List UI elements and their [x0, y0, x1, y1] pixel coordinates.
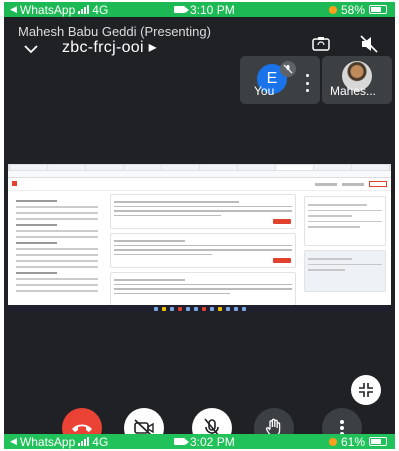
- battery-percent: 58%: [340, 2, 365, 17]
- site-logo: [12, 181, 19, 187]
- status-left[interactable]: ◀ WhatsApp 4G: [10, 434, 108, 449]
- mic-muted-icon: [280, 61, 296, 77]
- flip-camera-icon[interactable]: [310, 34, 332, 54]
- status-left[interactable]: ◀ WhatsApp 4G: [10, 2, 108, 17]
- status-bar-top: ◀ WhatsApp 4G 3:10 PM 58%: [4, 2, 395, 17]
- video-call-icon: [174, 6, 189, 13]
- participant-name: Mahes...: [330, 84, 377, 98]
- list-item: [110, 272, 296, 307]
- network-label: 4G: [92, 2, 109, 17]
- battery-percent: 61%: [340, 434, 365, 449]
- filters-panel: [16, 196, 98, 296]
- recording-dot-icon: [328, 437, 337, 446]
- participant-tile-you[interactable]: E You: [240, 56, 320, 104]
- status-time: 3:10 PM: [190, 2, 235, 17]
- windows-taskbar: [8, 305, 391, 312]
- participant-menu-icon[interactable]: [306, 74, 310, 92]
- signal-icon: [78, 5, 90, 14]
- speaker-off-icon[interactable]: [358, 34, 380, 54]
- status-right: 61%: [328, 434, 387, 449]
- end-call-icon: [72, 424, 92, 432]
- collapse-button[interactable]: [351, 375, 381, 405]
- meeting-code[interactable]: zbc-frcj-ooi ▸: [62, 37, 157, 57]
- status-app-label: WhatsApp: [19, 2, 76, 17]
- network-label: 4G: [92, 434, 109, 449]
- battery-icon: [369, 437, 387, 446]
- collapse-icon: [359, 383, 373, 397]
- site-header: [8, 178, 391, 191]
- job-listings: [110, 194, 296, 311]
- signal-icon: [78, 437, 90, 446]
- chevron-down-icon[interactable]: [24, 42, 38, 56]
- status-app-label: WhatsApp: [19, 434, 76, 449]
- recording-dot-icon: [328, 5, 337, 14]
- back-arrow-icon: ◀: [10, 436, 17, 446]
- status-time: 3:02 PM: [190, 434, 235, 449]
- participant-tile-mahesh[interactable]: Mahes...: [322, 56, 392, 104]
- meet-call-screen: ◀ WhatsApp 4G 3:10 PM 58% Mahesh Babu Ge…: [4, 2, 395, 449]
- video-call-icon: [174, 438, 189, 445]
- status-bar-bottom: ◀ WhatsApp 4G 3:02 PM 61%: [4, 434, 395, 449]
- site-nav: [315, 181, 387, 187]
- browser-tabs: [8, 164, 391, 171]
- participant-name: You: [254, 84, 275, 98]
- back-arrow-icon: ◀: [10, 4, 17, 14]
- battery-icon: [369, 5, 387, 14]
- shared-screen: [8, 164, 391, 312]
- status-mid: 3:10 PM: [174, 2, 235, 17]
- recommended-panel: [304, 196, 386, 296]
- status-right: 58%: [328, 2, 387, 17]
- browser-address-bar: [8, 171, 391, 178]
- status-mid: 3:02 PM: [174, 434, 235, 449]
- list-item: [110, 194, 296, 229]
- list-item: [110, 233, 296, 268]
